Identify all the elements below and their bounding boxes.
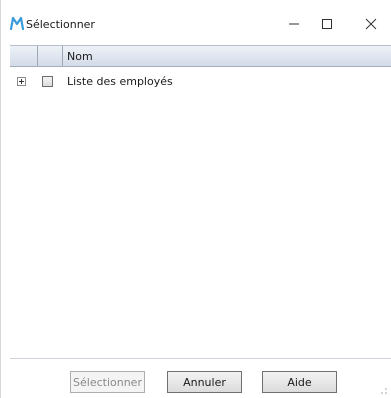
row-checkbox[interactable] [42,76,53,87]
select-dialog: Sélectionner Nom Liste des employés Séle… [0,0,391,398]
grid-header: Nom [10,45,391,67]
close-icon [365,18,377,30]
close-button[interactable] [356,14,386,34]
window-title: Sélectionner [26,18,95,31]
column-header-expander[interactable] [10,46,38,66]
minimize-icon [289,23,299,25]
column-header-name[interactable]: Nom [67,50,93,63]
resize-grip-icon[interactable] [380,387,388,395]
row-label: Liste des employés [67,75,173,88]
m-logo-icon [10,16,24,30]
table-row[interactable]: Liste des employés [10,74,390,90]
help-button[interactable]: Aide [262,371,337,393]
plus-icon[interactable] [17,77,26,86]
grid-body: Liste des employés [10,67,391,359]
select-button[interactable]: Sélectionner [70,371,145,393]
column-header-check[interactable] [38,46,63,66]
maximize-icon [322,19,332,29]
cancel-button[interactable]: Annuler [167,371,242,393]
maximize-button[interactable] [312,14,342,34]
title-bar[interactable]: Sélectionner [1,0,391,40]
minimize-button[interactable] [279,14,309,34]
